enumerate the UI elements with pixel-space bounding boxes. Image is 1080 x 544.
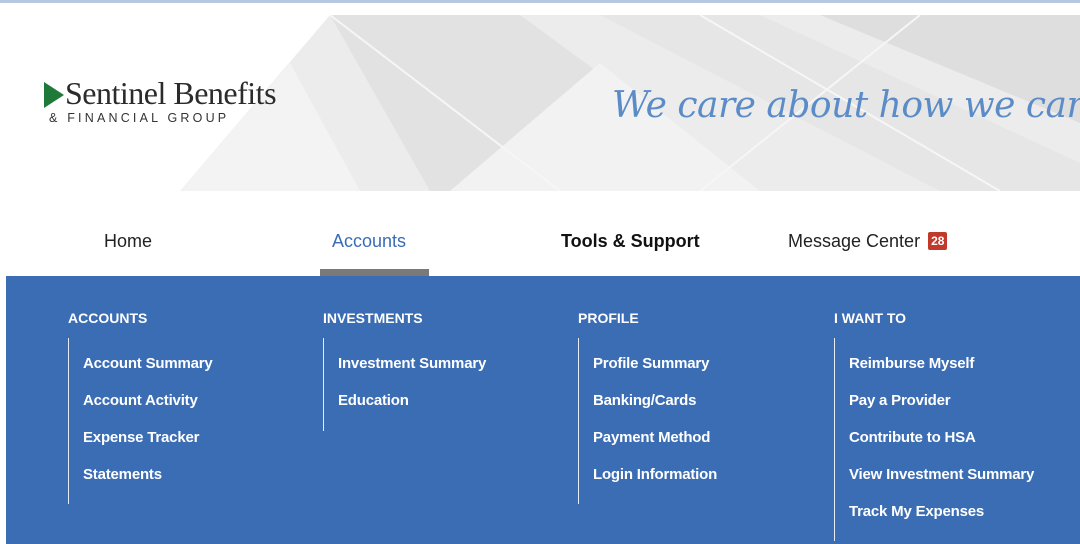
nav-message-center[interactable]: Message Center 28 xyxy=(788,231,948,252)
menu-divider xyxy=(834,338,835,541)
menu-link-statements[interactable]: Statements xyxy=(83,466,162,483)
menu-divider xyxy=(578,338,579,504)
menu-heading-profile: PROFILE xyxy=(578,310,639,326)
nav-home[interactable]: Home xyxy=(104,231,152,252)
menu-link-account-summary[interactable]: Account Summary xyxy=(83,355,213,372)
header-banner: Sentinel Benefits & FINANCIAL GROUP We c… xyxy=(0,3,1080,191)
menu-link-banking-cards[interactable]: Banking/Cards xyxy=(593,392,696,409)
logo-subname: & FINANCIAL GROUP xyxy=(49,111,230,125)
menu-list-profile: Profile Summary Banking/Cards Payment Me… xyxy=(593,355,717,503)
nav-accounts[interactable]: Accounts xyxy=(332,231,406,252)
nav-message-center-label: Message Center xyxy=(788,231,921,251)
menu-link-investment-summary[interactable]: Investment Summary xyxy=(338,355,486,372)
menu-link-view-investment-summary[interactable]: View Investment Summary xyxy=(849,466,1034,483)
menu-heading-investments: INVESTMENTS xyxy=(323,310,423,326)
menu-link-reimburse-myself[interactable]: Reimburse Myself xyxy=(849,355,974,372)
menu-link-contribute-to-hsa[interactable]: Contribute to HSA xyxy=(849,429,976,446)
message-count-badge: 28 xyxy=(928,232,948,250)
active-tab-indicator xyxy=(320,269,429,276)
nav-tools-support[interactable]: Tools & Support xyxy=(561,231,700,252)
accounts-mega-menu: ACCOUNTS Account Summary Account Activit… xyxy=(6,276,1080,544)
menu-list-i-want-to: Reimburse Myself Pay a Provider Contribu… xyxy=(849,355,1034,540)
main-nav: Home Accounts Tools & Support Message Ce… xyxy=(0,191,1080,276)
menu-link-expense-tracker[interactable]: Expense Tracker xyxy=(83,429,199,446)
menu-divider xyxy=(68,338,69,504)
menu-link-profile-summary[interactable]: Profile Summary xyxy=(593,355,709,372)
menu-divider xyxy=(323,338,324,431)
tagline: We care about how we can help. xyxy=(612,85,1080,126)
menu-link-pay-a-provider[interactable]: Pay a Provider xyxy=(849,392,951,409)
menu-link-login-information[interactable]: Login Information xyxy=(593,466,717,483)
logo-name: Sentinel Benefits xyxy=(65,75,277,111)
menu-heading-accounts: ACCOUNTS xyxy=(68,310,148,326)
menu-link-payment-method[interactable]: Payment Method xyxy=(593,429,710,446)
menu-list-accounts: Account Summary Account Activity Expense… xyxy=(83,355,213,503)
menu-link-account-activity[interactable]: Account Activity xyxy=(83,392,198,409)
menu-list-investments: Investment Summary Education xyxy=(338,355,486,429)
logo-arrow-icon xyxy=(44,82,64,108)
menu-link-track-my-expenses[interactable]: Track My Expenses xyxy=(849,503,984,520)
menu-link-education[interactable]: Education xyxy=(338,392,409,409)
menu-heading-i-want-to: I WANT TO xyxy=(834,310,907,326)
